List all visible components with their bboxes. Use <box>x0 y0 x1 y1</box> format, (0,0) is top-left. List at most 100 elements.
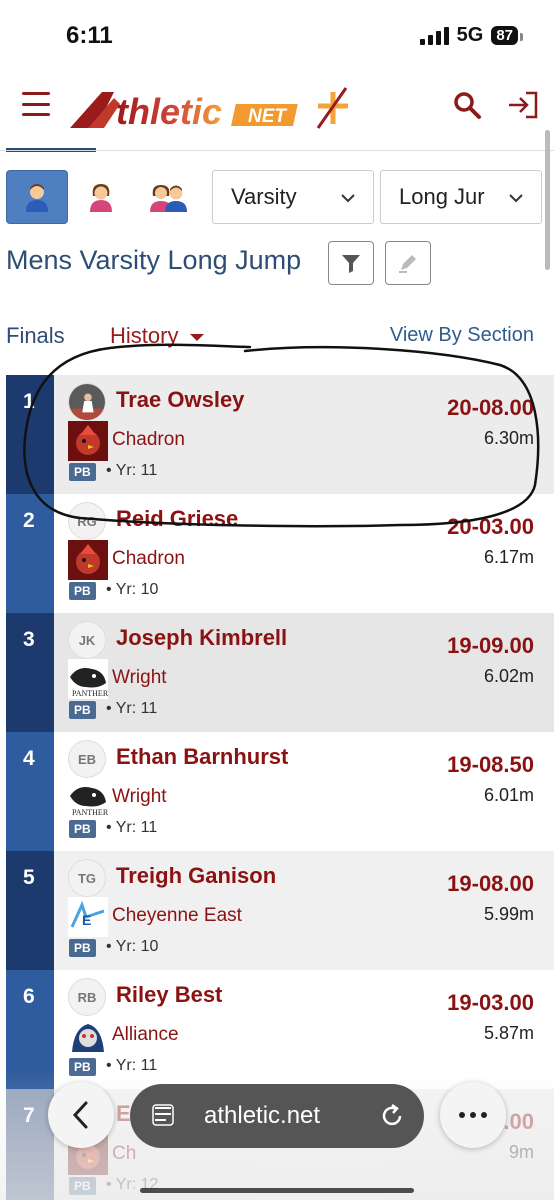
mark-metric: 9m <box>508 1142 534 1162</box>
search-icon[interactable] <box>452 90 482 120</box>
athlete-name-link[interactable]: Trae Owsley <box>116 387 244 413</box>
all-genders-filter-button[interactable] <box>138 170 200 224</box>
result-body: JK Joseph Kimbrell 19-09.00 6.02m PANTHE… <box>54 613 554 732</box>
scrollbar[interactable] <box>545 130 550 270</box>
reload-icon[interactable] <box>378 1102 406 1130</box>
athlete-initials: RB <box>77 989 97 1005</box>
athlete-name-link[interactable]: Reid Griese <box>116 506 238 532</box>
result-row[interactable]: 2 RG Reid Griese 20-03.00 6.17m Chadron … <box>6 494 554 613</box>
place-number: 1 <box>6 375 54 494</box>
signal-icon <box>419 26 449 45</box>
team-name-link[interactable]: Ch <box>112 1143 136 1165</box>
filter-button[interactable] <box>328 241 374 285</box>
login-icon[interactable] <box>506 90 540 120</box>
athlete-initials: RG <box>77 513 97 529</box>
team-name-link[interactable]: Wright <box>112 786 167 808</box>
mark-metric: 5.99m <box>483 904 534 924</box>
team-logo[interactable]: PANTHERS <box>68 659 108 699</box>
athlete-initials: JK <box>78 632 96 648</box>
grade-year: • Yr: 10 <box>106 581 159 598</box>
athlete-name-link[interactable]: Riley Best <box>116 982 222 1008</box>
male-icon <box>26 184 48 212</box>
athlete-avatar[interactable]: RB <box>68 978 106 1016</box>
view-by-section-link[interactable]: View By Section <box>390 324 534 347</box>
grade-year: • Yr: 11 <box>106 700 158 717</box>
result-row[interactable]: 4 EB Ethan Barnhurst 19-08.50 6.01m PANT… <box>6 732 554 851</box>
pb-badge: PB <box>69 1058 96 1076</box>
team-name-link[interactable]: Alliance <box>112 1024 179 1046</box>
address-bar[interactable]: athletic.net <box>130 1084 424 1148</box>
result-row[interactable]: 5 TG Treigh Ganison 19-08.00 5.99m E Che… <box>6 851 554 970</box>
pb-badge: PB <box>69 820 96 838</box>
place-number: 3 <box>6 613 54 732</box>
url-text: athletic.net <box>204 1102 321 1129</box>
status-indicators: 5G 87 <box>419 24 523 47</box>
chevron-left-icon <box>72 1101 88 1129</box>
mark-imperial: 19-08.50 <box>447 752 534 777</box>
grade-year: • Yr: 11 <box>106 1057 158 1074</box>
more-options-button[interactable] <box>440 1082 506 1148</box>
team-logo[interactable] <box>68 1016 108 1056</box>
tab-finals[interactable]: Finals <box>6 323 65 349</box>
team-name-link[interactable]: Chadron <box>112 429 185 451</box>
place-number: 7 <box>6 1089 54 1200</box>
athlete-avatar[interactable]: RG <box>68 502 106 540</box>
caret-down-icon <box>190 333 205 341</box>
athlete-avatar[interactable]: TG <box>68 859 106 897</box>
team-name-link[interactable]: Chadron <box>112 548 185 570</box>
svg-text:thletic: thletic <box>116 91 222 132</box>
level-select[interactable]: Varsity <box>212 170 374 224</box>
header-divider <box>0 150 554 151</box>
result-row[interactable]: 3 JK Joseph Kimbrell 19-09.00 6.02m PANT… <box>6 613 554 732</box>
athletic-net-logo[interactable]: thletic NET <box>70 84 350 132</box>
home-indicator <box>140 1188 414 1193</box>
pb-badge: PB <box>69 939 96 957</box>
result-row[interactable]: 1 Trae Owsley 20-08.00 6.30m Chadron PB … <box>6 375 554 494</box>
back-button[interactable] <box>48 1082 114 1148</box>
mark-imperial: 20-03.00 <box>447 514 534 539</box>
athlete-photo <box>69 384 105 420</box>
result-body: TG Treigh Ganison 19-08.00 5.99m E Cheye… <box>54 851 554 970</box>
pb-badge: PB <box>69 582 96 600</box>
event-select[interactable]: Long Jur <box>380 170 542 224</box>
place-number: 5 <box>6 851 54 970</box>
team-logo[interactable]: E <box>68 897 108 937</box>
hamburger-menu-icon[interactable] <box>22 92 50 116</box>
tabs-icon[interactable] <box>152 1104 174 1126</box>
team-name-link[interactable]: Wright <box>112 667 167 689</box>
athlete-name-link[interactable]: Treigh Ganison <box>116 863 276 889</box>
athlete-avatar[interactable] <box>68 383 106 421</box>
athlete-initials: TG <box>77 870 97 886</box>
mark-imperial: 19-09.00 <box>447 633 534 658</box>
team-logo[interactable] <box>68 540 108 580</box>
grade-year: • Yr: 11 <box>106 462 158 479</box>
female-icon <box>90 184 112 212</box>
athlete-name-link[interactable]: Joseph Kimbrell <box>116 625 287 651</box>
svg-text:NET: NET <box>248 106 287 127</box>
female-filter-button[interactable] <box>70 170 132 224</box>
edit-button[interactable] <box>385 241 431 285</box>
team-logo[interactable] <box>68 421 108 461</box>
mark-imperial: 19-08.00 <box>447 871 534 896</box>
place-number: 6 <box>6 970 54 1089</box>
mark-metric: 5.87m <box>483 1023 534 1043</box>
funnel-icon <box>342 255 360 273</box>
chevron-down-icon <box>339 189 357 207</box>
pencil-icon <box>399 255 416 273</box>
mark-metric: 6.30m <box>483 428 534 448</box>
athlete-avatar[interactable]: EB <box>68 740 106 778</box>
history-label: History <box>110 323 179 348</box>
result-row[interactable]: 6 RB Riley Best 19-03.00 5.87m Alliance … <box>6 970 554 1089</box>
network-type: 5G <box>456 24 484 46</box>
mark-metric: 6.17m <box>483 547 534 567</box>
team-name-link[interactable]: Cheyenne East <box>112 905 242 927</box>
male-filter-button[interactable] <box>6 170 68 224</box>
grade-year: • Yr: 10 <box>106 938 159 955</box>
athlete-name-link[interactable]: Ethan Barnhurst <box>116 744 288 770</box>
svg-text:PANTHERS: PANTHERS <box>72 808 108 817</box>
team-logo[interactable]: PANTHERS <box>68 778 108 818</box>
athlete-avatar[interactable]: JK <box>68 621 106 659</box>
mark-imperial: 19-03.00 <box>447 990 534 1015</box>
history-dropdown[interactable]: History <box>110 323 205 349</box>
place-number: 4 <box>6 732 54 851</box>
